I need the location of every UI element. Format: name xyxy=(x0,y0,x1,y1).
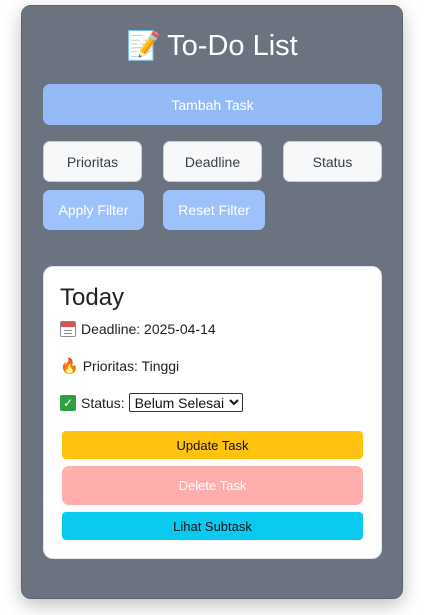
status-select[interactable]: Belum Selesai xyxy=(128,393,243,412)
task-priority-row: 🔥 Prioritas: Tinggi xyxy=(60,357,179,375)
deadline-filter-button[interactable]: Deadline xyxy=(163,141,262,182)
reset-filter-button[interactable]: Reset Filter xyxy=(163,190,265,230)
calendar-icon xyxy=(60,321,76,337)
memo-icon: 📝 xyxy=(126,29,162,62)
page-title: 📝 To-Do List xyxy=(22,28,402,64)
check-icon: ✓ xyxy=(60,394,76,411)
status-label: Status: xyxy=(81,394,125,411)
apply-filter-button[interactable]: Apply Filter xyxy=(43,190,144,230)
delete-task-button[interactable]: Delete Task xyxy=(62,466,363,505)
todo-panel: 📝 To-Do List Tambah Task Prioritas Deadli… xyxy=(21,5,403,599)
task-title: Today xyxy=(60,284,125,311)
task-deadline: Deadline: 2025-04-14 xyxy=(81,321,216,337)
status-filter-button[interactable]: Status xyxy=(283,141,382,182)
task-priority: Prioritas: Tinggi xyxy=(82,358,180,374)
task-card: Today Deadline: 2025-04-14 🔥 Prioritas: … xyxy=(43,266,382,559)
task-status-row: ✓ Status: Belum Selesai xyxy=(60,393,243,412)
page-title-text: To-Do List xyxy=(167,30,298,62)
task-deadline-row: Deadline: 2025-04-14 xyxy=(60,321,216,337)
add-task-button[interactable]: Tambah Task xyxy=(43,84,382,125)
fire-icon: 🔥 xyxy=(60,357,79,375)
view-subtask-button[interactable]: Lihat Subtask xyxy=(62,512,363,540)
update-task-button[interactable]: Update Task xyxy=(62,431,363,459)
priority-filter-button[interactable]: Prioritas xyxy=(43,141,142,182)
